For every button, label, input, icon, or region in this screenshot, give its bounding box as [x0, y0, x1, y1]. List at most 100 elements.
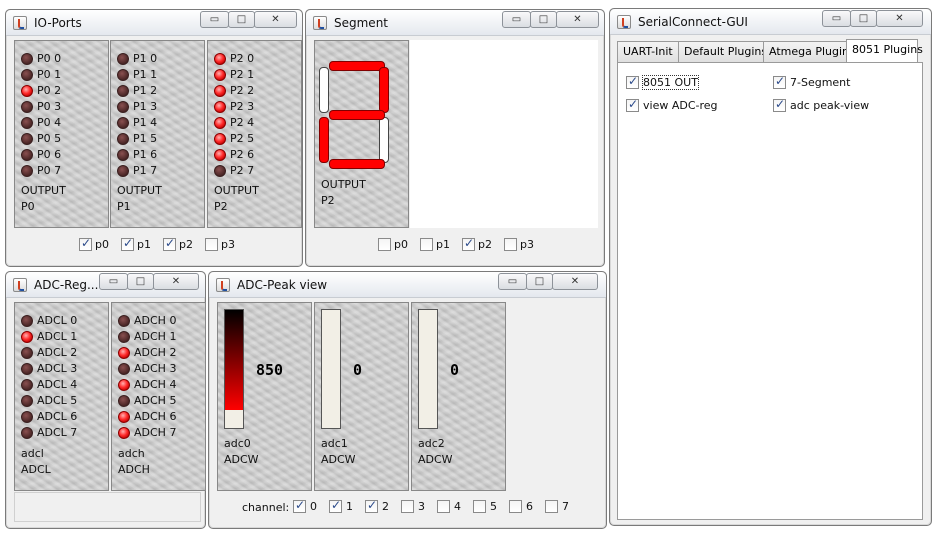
checkbox-p3[interactable] [504, 238, 517, 251]
led-label: P0 2 [37, 84, 62, 97]
channel-checkbox-7[interactable] [545, 500, 558, 513]
led-label: P0 7 [37, 164, 62, 177]
led-indicator [117, 101, 129, 113]
reg-id-label: ADCH [118, 463, 150, 476]
led-label: ADCL 4 [37, 378, 78, 391]
maximize-button[interactable]: □ [127, 273, 154, 290]
checkbox-p0-label: p0 [95, 238, 109, 251]
led-label: ADCL 7 [37, 426, 78, 439]
checkbox-p2-label: p2 [478, 238, 492, 251]
minimize-button[interactable]: ▭ [822, 10, 851, 27]
adc-channel-reg: ADCW [321, 453, 356, 466]
channel-checkbox-7-label: 7 [562, 500, 569, 513]
minimize-button[interactable]: ▭ [99, 273, 128, 290]
close-button[interactable]: ✕ [876, 10, 923, 27]
window-title: ADC-Reg... [34, 278, 99, 292]
segment-port-label: P2 [321, 194, 335, 207]
channel-checkbox-3-label: 3 [418, 500, 425, 513]
channel-checkbox-2[interactable] [365, 498, 378, 513]
led-label: P1 7 [133, 164, 158, 177]
adc-channel-name: adc2 [418, 437, 445, 450]
serialconnect-titlebar[interactable]: SerialConnect-GUI ▭ □ ✕ [610, 9, 931, 35]
maximize-button[interactable]: □ [850, 10, 877, 27]
led-indicator [21, 117, 33, 129]
adc-level-bar [224, 309, 244, 429]
window-title: ADC-Peak view [237, 278, 328, 292]
led-label: ADCL 5 [37, 394, 78, 407]
adc-level-fill [225, 310, 243, 410]
java-icon [313, 16, 327, 30]
close-button[interactable]: ✕ [552, 273, 598, 290]
led-indicator [21, 53, 33, 65]
tab-atmega-plugins[interactable]: Atmega Plugins [763, 41, 855, 62]
checkbox-p0[interactable] [378, 238, 391, 251]
led-label: ADCH 7 [134, 426, 177, 439]
led-indicator [21, 347, 33, 359]
adc-reg-window: ADC-Reg... ▭ □ ✕ ADCL 0 ADCL 1 ADCL 2 ADCL … [5, 271, 206, 529]
checkbox-p3[interactable] [205, 238, 218, 251]
led-indicator [118, 379, 130, 391]
led-label: P2 1 [230, 68, 255, 81]
minimize-button[interactable]: ▭ [200, 11, 229, 28]
led-label: P2 4 [230, 116, 255, 129]
led-indicator [117, 69, 129, 81]
tab-uart-init[interactable]: UART-Init [617, 41, 679, 62]
checkbox-p2[interactable] [462, 236, 475, 251]
led-label: ADCH 5 [134, 394, 177, 407]
close-button[interactable]: ✕ [254, 11, 297, 28]
channel-checkbox-6[interactable] [509, 500, 522, 513]
segment-g [329, 110, 385, 120]
segment-e [319, 117, 329, 163]
checkbox-p1[interactable] [420, 238, 433, 251]
checkbox-p0[interactable] [79, 236, 92, 251]
led-label: ADCL 6 [37, 410, 78, 423]
tab-default-plugins[interactable]: Default Plugins [678, 41, 767, 62]
led-indicator [214, 133, 226, 145]
plugin-checkbox-2[interactable] [626, 97, 639, 112]
maximize-button[interactable]: □ [228, 11, 255, 28]
adc-peak-titlebar[interactable]: ADC-Peak view ▭ □ ✕ [209, 272, 606, 298]
segment-titlebar[interactable]: Segment ▭ □ ✕ [306, 10, 604, 36]
minimize-button[interactable]: ▭ [498, 273, 527, 290]
tab-8051-plugins[interactable]: 8051 Plugins [846, 39, 923, 62]
checkbox-p2[interactable] [163, 236, 176, 251]
channel-checkbox-0[interactable] [293, 498, 306, 513]
plugin-checkbox-3[interactable] [773, 97, 786, 112]
maximize-button[interactable]: □ [526, 273, 553, 290]
led-label: P0 5 [37, 132, 62, 145]
led-label: P1 5 [133, 132, 158, 145]
adc-reg-titlebar[interactable]: ADC-Reg... ▭ □ ✕ [6, 272, 205, 298]
java-icon [216, 278, 230, 292]
led-label: P1 0 [133, 52, 158, 65]
led-label: ADCH 3 [134, 362, 177, 375]
plugin-checkbox-1[interactable] [773, 74, 786, 89]
segment-d [329, 159, 385, 169]
led-label: ADCH 4 [134, 378, 177, 391]
window-title: SerialConnect-GUI [638, 15, 748, 29]
led-label: P2 3 [230, 100, 255, 113]
led-indicator [214, 85, 226, 97]
led-label: ADCH 1 [134, 330, 177, 343]
led-label: P2 5 [230, 132, 255, 145]
led-indicator [117, 85, 129, 97]
maximize-button[interactable]: □ [530, 11, 557, 28]
channel-checkbox-5[interactable] [473, 500, 486, 513]
reg-name-label: adch [118, 447, 145, 460]
io-ports-titlebar[interactable]: IO-Ports ▭ □ ✕ [6, 10, 302, 36]
port-name-label: P0 [21, 200, 35, 213]
channel-checkbox-4[interactable] [437, 500, 450, 513]
led-indicator [21, 379, 33, 391]
channel-checkbox-3[interactable] [401, 500, 414, 513]
channel-checkbox-1-label: 1 [346, 500, 353, 513]
plugin-checkbox-0[interactable] [626, 74, 639, 89]
checkbox-p1[interactable] [121, 236, 134, 251]
close-button[interactable]: ✕ [153, 273, 199, 290]
window-title: Segment [334, 16, 388, 30]
led-indicator [214, 117, 226, 129]
channel-checkbox-1[interactable] [329, 498, 342, 513]
led-indicator [118, 315, 130, 327]
minimize-button[interactable]: ▭ [502, 11, 531, 28]
led-indicator [118, 363, 130, 375]
io-port-panel: P2 0 P2 1 P2 2 P2 3 P2 4 P2 5 P2 6 P2 7 OUTPUT P2 [207, 40, 302, 228]
close-button[interactable]: ✕ [556, 11, 599, 28]
